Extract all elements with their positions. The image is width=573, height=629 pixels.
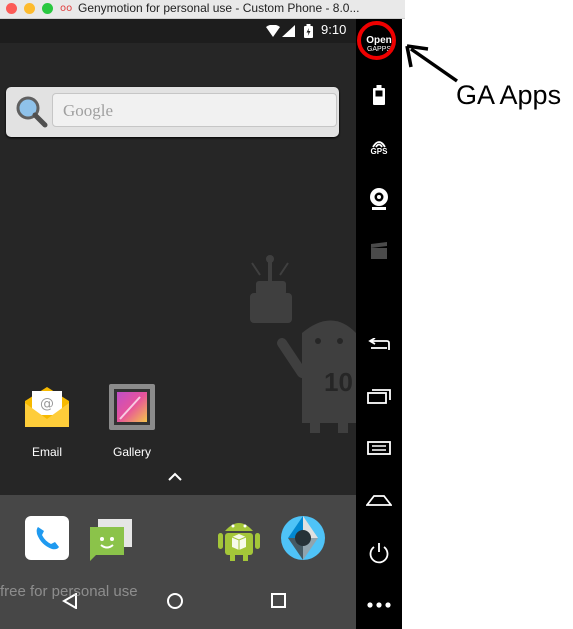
google-search-widget[interactable]: Google [6, 87, 339, 137]
webcam-button[interactable] [356, 179, 402, 219]
home-icon [366, 495, 392, 506]
nav-home-icon[interactable] [166, 592, 184, 610]
app-email[interactable]: @ Email [12, 381, 82, 459]
annotation-label: GA Apps [456, 80, 562, 110]
back-icon [368, 338, 390, 350]
home-button[interactable] [356, 480, 402, 520]
battery-button[interactable] [356, 75, 402, 115]
camera-icon[interactable] [280, 515, 326, 561]
messaging-icon[interactable] [88, 515, 134, 561]
svg-text:@: @ [40, 396, 54, 412]
nav-recents-icon[interactable] [271, 593, 286, 608]
svg-text:10: 10 [324, 367, 353, 397]
search-placeholder: Google [63, 101, 114, 120]
search-input[interactable]: Google [52, 93, 337, 127]
gps-button[interactable]: GPS [356, 127, 402, 167]
screen-capture-button[interactable] [356, 231, 402, 271]
highlight-circle [357, 21, 396, 60]
navigation-bar [0, 571, 356, 629]
annotation-arrow-icon [405, 44, 458, 83]
app-drawer-chevron-icon[interactable] [166, 471, 184, 483]
search-icon[interactable] [14, 94, 48, 128]
menu-button[interactable] [356, 428, 402, 468]
close-window-button[interactable] [6, 3, 17, 14]
status-time: 9:10 [321, 22, 347, 37]
menu-icon [367, 441, 391, 455]
android-10-wallpaper-illustration: 10 [250, 255, 356, 433]
gps-icon: GPS [370, 139, 388, 156]
recent-apps-icon [367, 389, 391, 404]
wifi-icon [266, 25, 280, 37]
genymotion-toolbar: Open GAPPS GPS [356, 19, 402, 629]
genymotion-icon: oo [60, 3, 73, 14]
recent-apps-button[interactable] [356, 376, 402, 416]
app-gallery[interactable]: Gallery [97, 381, 167, 459]
app-label: Gallery [112, 445, 151, 459]
window-title: Genymotion for personal use - Custom Pho… [78, 1, 360, 15]
window-titlebar: oo Genymotion for personal use - Custom … [0, 0, 405, 19]
app-label: Email [31, 445, 62, 459]
dock [0, 495, 356, 571]
battery-icon [373, 85, 385, 105]
status-bar: 9:10 [0, 19, 356, 43]
android-screen: 9:10 Google 10 @ Email Gallery [0, 19, 356, 629]
email-icon: @ [25, 387, 69, 427]
battery-status-icon [304, 24, 313, 38]
power-button[interactable] [356, 533, 402, 573]
more-button[interactable] [356, 585, 402, 625]
power-icon [369, 543, 389, 564]
minimize-window-button[interactable] [24, 3, 35, 14]
back-button[interactable] [356, 325, 402, 365]
zoom-window-button[interactable] [42, 3, 53, 14]
more-icon [367, 602, 391, 608]
gallery-icon [109, 384, 155, 430]
android-icon[interactable] [216, 515, 262, 561]
webcam-icon [370, 188, 388, 210]
phone-icon[interactable] [24, 515, 70, 561]
video-icon [371, 242, 387, 259]
gps-label: GPS [370, 146, 388, 156]
signal-icon [282, 25, 295, 37]
watermark-text: free for personal use [0, 583, 138, 600]
